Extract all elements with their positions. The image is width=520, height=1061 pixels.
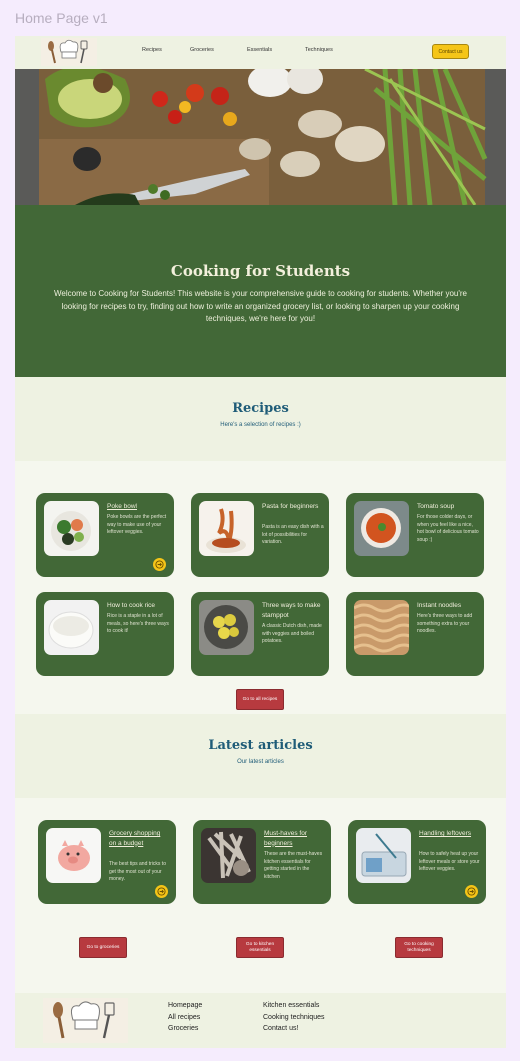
article-card[interactable]: Handling leftovers How to safely heat up… — [348, 820, 486, 904]
contact-us-button[interactable]: Contact us — [432, 44, 469, 59]
navbar: Recipes Groceries Essentials Techniques … — [15, 36, 506, 69]
recipes-header: Recipes Here's a selection of recipes :) — [15, 377, 506, 461]
recipe-card[interactable]: Instant noodles Here's three ways to add… — [346, 592, 484, 676]
go-to-groceries-button[interactable]: Go to groceries — [79, 937, 127, 958]
article-card[interactable]: Must-haves for beginners These are the m… — [193, 820, 331, 904]
articles-title: Latest articles — [208, 738, 313, 753]
card-description: For those colder days, or when you feel … — [417, 514, 479, 543]
leftovers-image — [356, 828, 411, 883]
instant-noodles-image — [354, 600, 409, 655]
card-title[interactable]: Three ways to make stamppot — [262, 601, 322, 620]
articles-header: Latest articles Our latest articles — [15, 714, 506, 798]
rice-image — [44, 600, 99, 655]
card-title[interactable]: Handling leftovers — [419, 829, 479, 839]
card-title[interactable]: How to cook rice — [107, 601, 167, 611]
card-title[interactable]: Instant noodles — [417, 601, 477, 611]
card-description: These are the must-haves kitchen essenti… — [264, 851, 323, 880]
all-recipes-button[interactable]: Go to all recipes — [236, 689, 284, 710]
footer-link-kitchen-essentials[interactable]: Kitchen essentials — [263, 1002, 319, 1009]
piggy-bank-image — [46, 828, 101, 883]
hero-title: Cooking for Students — [170, 262, 351, 280]
arrow-right-circle-icon[interactable] — [153, 558, 166, 571]
footer-link-groceries[interactable]: Groceries — [168, 1025, 198, 1032]
tomato-soup-image — [354, 501, 409, 556]
footer: Homepage All recipes Groceries Kitchen e… — [15, 993, 506, 1048]
card-description: A classic Dutch dish, made with veggies … — [262, 623, 322, 644]
page: Recipes Groceries Essentials Techniques … — [15, 36, 506, 1048]
card-title[interactable]: Must-haves for beginners — [264, 829, 324, 848]
frame-title: Home Page v1 — [15, 10, 108, 26]
card-description: Rice is a staple in a lot of meals, so h… — [107, 613, 169, 634]
card-title[interactable]: Tomato soup — [417, 502, 477, 512]
arrow-right-circle-icon[interactable] — [155, 885, 168, 898]
hero-image — [15, 69, 506, 205]
kitchen-tools-image — [201, 828, 256, 883]
card-description: Poke bowls are the perfect way to make u… — [107, 514, 167, 535]
stamppot-image — [199, 600, 254, 655]
recipe-card[interactable]: Tomato soup For those colder days, or wh… — [346, 493, 484, 577]
card-description: Pasta is an easy dish with a lot of poss… — [262, 524, 324, 545]
nav-techniques[interactable]: Techniques — [305, 47, 333, 53]
pasta-image — [199, 501, 254, 556]
nav-groceries[interactable]: Groceries — [190, 47, 214, 53]
card-description: The best tips and tricks to get the most… — [109, 861, 166, 882]
card-title[interactable]: Poke bowl — [107, 502, 167, 512]
hero-section: Cooking for Students Welcome to Cooking … — [15, 205, 506, 377]
arrow-right-circle-icon[interactable] — [465, 885, 478, 898]
card-description: How to safely heat up your leftover meal… — [419, 851, 480, 872]
footer-link-contact-us[interactable]: Contact us! — [263, 1025, 298, 1032]
nav-essentials[interactable]: Essentials — [247, 47, 272, 53]
card-title[interactable]: Grocery shopping on a budget — [109, 829, 169, 848]
nav-recipes[interactable]: Recipes — [142, 47, 162, 53]
hero-text: Welcome to Cooking for Students! This we… — [54, 289, 467, 323]
recipe-card[interactable]: Pasta for beginners Pasta is an easy dis… — [191, 493, 329, 577]
recipe-card[interactable]: Poke bowl Poke bowls are the perfect way… — [36, 493, 174, 577]
chef-hat-logo[interactable] — [43, 998, 128, 1043]
chef-hat-logo[interactable] — [41, 38, 97, 66]
footer-link-all-recipes[interactable]: All recipes — [168, 1014, 200, 1021]
recipe-card[interactable]: How to cook rice Rice is a staple in a l… — [36, 592, 174, 676]
go-to-kitchen-essentials-button[interactable]: Go to kitchen essentials — [236, 937, 284, 958]
footer-link-cooking-techniques[interactable]: Cooking techniques — [263, 1014, 325, 1021]
poke-bowl-image — [44, 501, 99, 556]
card-title[interactable]: Pasta for beginners — [262, 502, 322, 512]
articles-subtitle: Our latest articles — [237, 759, 284, 765]
recipes-subtitle: Here's a selection of recipes :) — [220, 422, 301, 428]
recipes-title: Recipes — [232, 401, 289, 416]
footer-link-homepage[interactable]: Homepage — [168, 1002, 202, 1009]
article-card[interactable]: Grocery shopping on a budget The best ti… — [38, 820, 176, 904]
recipe-card[interactable]: Three ways to make stamppot A classic Du… — [191, 592, 329, 676]
card-description: Here's three ways to add something extra… — [417, 613, 473, 634]
go-to-cooking-techniques-button[interactable]: Go to cooking techniques — [395, 937, 443, 958]
